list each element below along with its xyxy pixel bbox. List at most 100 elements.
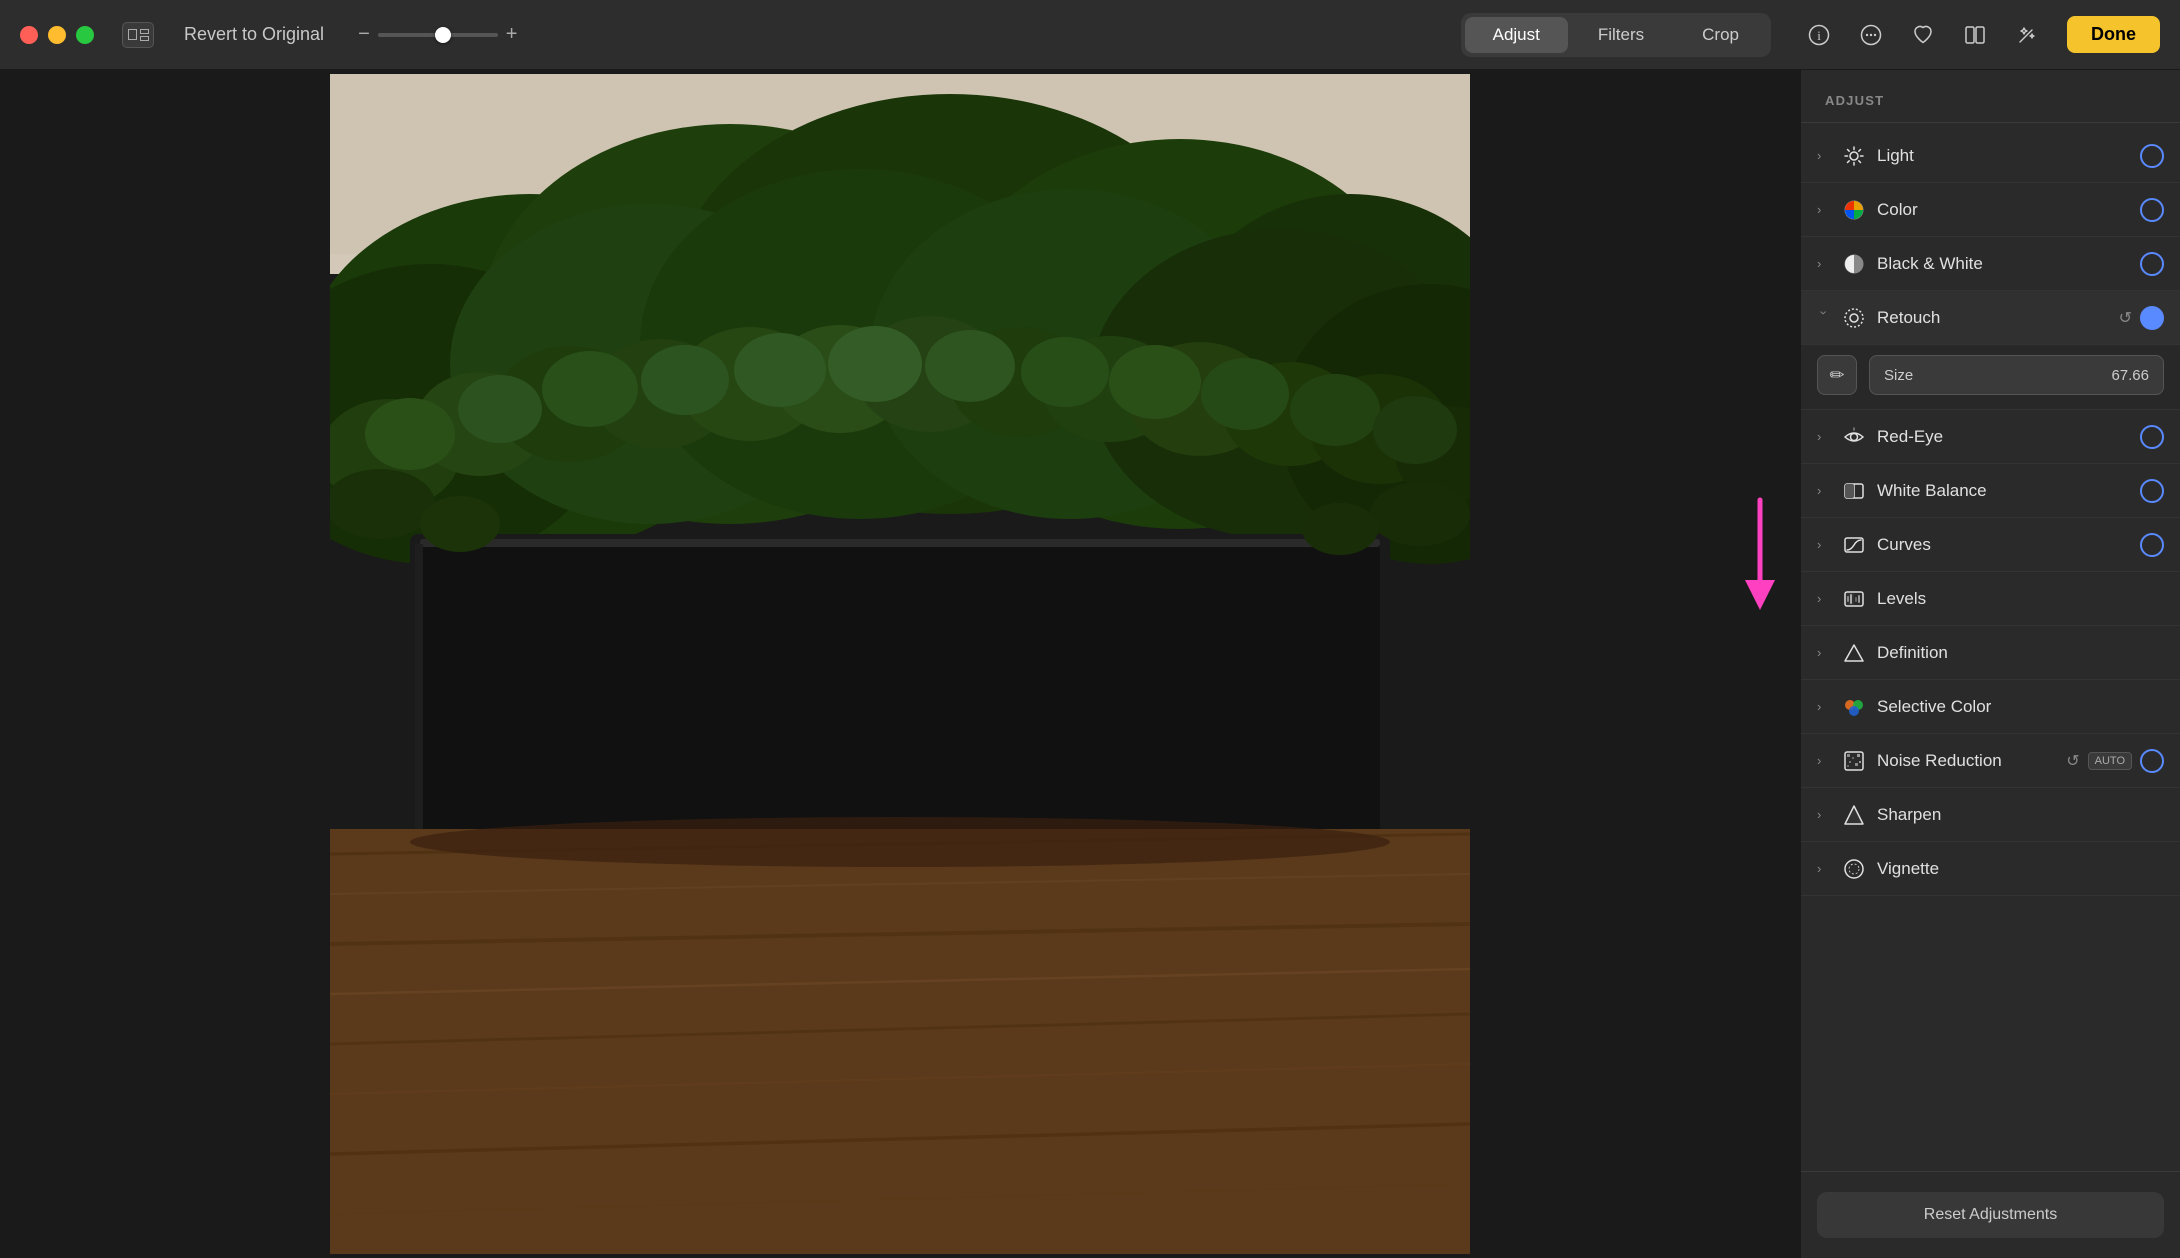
size-label: Size	[1884, 367, 2101, 384]
brush-icon: ✏	[1829, 365, 1844, 386]
adjust-item-color[interactable]: › Color	[1801, 183, 2180, 237]
curves-icon	[1841, 532, 1867, 558]
adjust-item-light[interactable]: › Light	[1801, 129, 2180, 183]
light-icon	[1841, 143, 1867, 169]
image-area	[0, 70, 1800, 1258]
tab-group: Adjust Filters Crop	[1461, 13, 1771, 57]
selective-icon	[1841, 694, 1867, 720]
curves-label: Curves	[1877, 535, 2140, 555]
adjust-item-levels[interactable]: › Levels	[1801, 572, 2180, 626]
color-label: Color	[1877, 200, 2140, 220]
curves-toggle[interactable]	[2140, 533, 2164, 557]
chevron-wb: ›	[1817, 483, 1831, 498]
adjust-item-curves[interactable]: › Curves	[1801, 518, 2180, 572]
color-toggle[interactable]	[2140, 198, 2164, 222]
noise-auto-badge: AUTO	[2088, 752, 2132, 770]
color-actions	[2140, 198, 2164, 222]
retouch-icon	[1841, 305, 1867, 331]
brush-button[interactable]: ✏	[1817, 355, 1857, 395]
retouch-revert-icon[interactable]: ↺	[2119, 308, 2132, 328]
tab-filters[interactable]: Filters	[1570, 17, 1672, 53]
redeye-toggle[interactable]	[2140, 425, 2164, 449]
chevron-retouch: ›	[1817, 311, 1832, 325]
definition-label: Definition	[1877, 643, 2164, 663]
revert-button[interactable]: Revert to Original	[170, 18, 338, 51]
chevron-selective: ›	[1817, 699, 1831, 714]
info-icon[interactable]: i	[1803, 19, 1835, 51]
adjust-item-redeye[interactable]: › Red-Eye	[1801, 410, 2180, 464]
light-actions	[2140, 144, 2164, 168]
vignette-label: Vignette	[1877, 859, 2164, 879]
zoom-controls: − +	[358, 23, 517, 46]
photo-container	[330, 74, 1470, 1254]
zoom-minus-button[interactable]: −	[358, 23, 370, 46]
retouch-sub-panel: ✏ Size 67.66	[1801, 345, 2180, 410]
chevron-noise: ›	[1817, 753, 1831, 768]
view-toggle[interactable]	[122, 22, 154, 48]
compare-icon[interactable]	[1959, 19, 1991, 51]
adjust-item-definition[interactable]: › Definition	[1801, 626, 2180, 680]
bw-label: Black & White	[1877, 254, 2140, 274]
close-button[interactable]	[20, 26, 38, 44]
adjust-item-retouch[interactable]: › Retouch ↺	[1801, 291, 2180, 345]
main-content: ADJUST ›	[0, 70, 2180, 1258]
sharpen-label: Sharpen	[1877, 805, 2164, 825]
color-icon	[1841, 197, 1867, 223]
done-button[interactable]: Done	[2067, 16, 2160, 53]
levels-label: Levels	[1877, 589, 2164, 609]
noise-actions: ↺ AUTO	[2066, 749, 2164, 773]
definition-icon	[1841, 640, 1867, 666]
adjust-item-sharpen[interactable]: › Sharpen	[1801, 788, 2180, 842]
size-control[interactable]: Size 67.66	[1869, 355, 2164, 395]
vignette-icon	[1841, 856, 1867, 882]
panel-header: ADJUST	[1801, 70, 2180, 123]
zoom-plus-button[interactable]: +	[506, 23, 518, 46]
redeye-actions	[2140, 425, 2164, 449]
levels-icon	[1841, 586, 1867, 612]
adjust-item-bw[interactable]: › Black & White	[1801, 237, 2180, 291]
adjust-item-noise[interactable]: › Noise Reduction ↺	[1801, 734, 2180, 788]
adjust-item-vignette[interactable]: › Vignette	[1801, 842, 2180, 896]
more-icon[interactable]	[1855, 19, 1887, 51]
toolbar-icons: i	[1803, 19, 2043, 51]
noise-toggle[interactable]	[2140, 749, 2164, 773]
chevron-color: ›	[1817, 202, 1831, 217]
window-controls	[122, 22, 154, 48]
noise-label: Noise Reduction	[1877, 751, 2066, 771]
light-toggle[interactable]	[2140, 144, 2164, 168]
heart-icon[interactable]	[1907, 19, 1939, 51]
sharpen-icon	[1841, 802, 1867, 828]
noise-revert-icon[interactable]: ↺	[2066, 751, 2079, 771]
bw-toggle[interactable]	[2140, 252, 2164, 276]
tab-crop[interactable]: Crop	[1674, 17, 1767, 53]
chevron-vignette: ›	[1817, 861, 1831, 876]
zoom-thumb[interactable]	[435, 27, 451, 43]
wb-label: White Balance	[1877, 481, 2140, 501]
chevron-sharpen: ›	[1817, 807, 1831, 822]
wb-icon	[1841, 478, 1867, 504]
retouch-label: Retouch	[1877, 308, 2119, 328]
adjust-list: › Light	[1801, 123, 2180, 1171]
tab-adjust[interactable]: Adjust	[1465, 17, 1568, 53]
selective-label: Selective Color	[1877, 697, 2164, 717]
minimize-button[interactable]	[48, 26, 66, 44]
reset-adjustments-button[interactable]: Reset Adjustments	[1817, 1192, 2164, 1238]
svg-text:i: i	[1817, 28, 1821, 43]
bw-icon	[1841, 251, 1867, 277]
chevron-light: ›	[1817, 148, 1831, 163]
chevron-curves: ›	[1817, 537, 1831, 552]
adjust-item-wb[interactable]: › White Balance	[1801, 464, 2180, 518]
noise-icon	[1841, 748, 1867, 774]
redeye-label: Red-Eye	[1877, 427, 2140, 447]
magic-icon[interactable]	[2011, 19, 2043, 51]
zoom-slider[interactable]	[378, 33, 498, 37]
traffic-lights	[20, 26, 94, 44]
size-value: 67.66	[2111, 367, 2149, 384]
redeye-icon	[1841, 424, 1867, 450]
chevron-levels: ›	[1817, 591, 1831, 606]
chevron-definition: ›	[1817, 645, 1831, 660]
retouch-toggle[interactable]	[2140, 306, 2164, 330]
wb-toggle[interactable]	[2140, 479, 2164, 503]
fullscreen-button[interactable]	[76, 26, 94, 44]
adjust-item-selective[interactable]: › Selective Color	[1801, 680, 2180, 734]
